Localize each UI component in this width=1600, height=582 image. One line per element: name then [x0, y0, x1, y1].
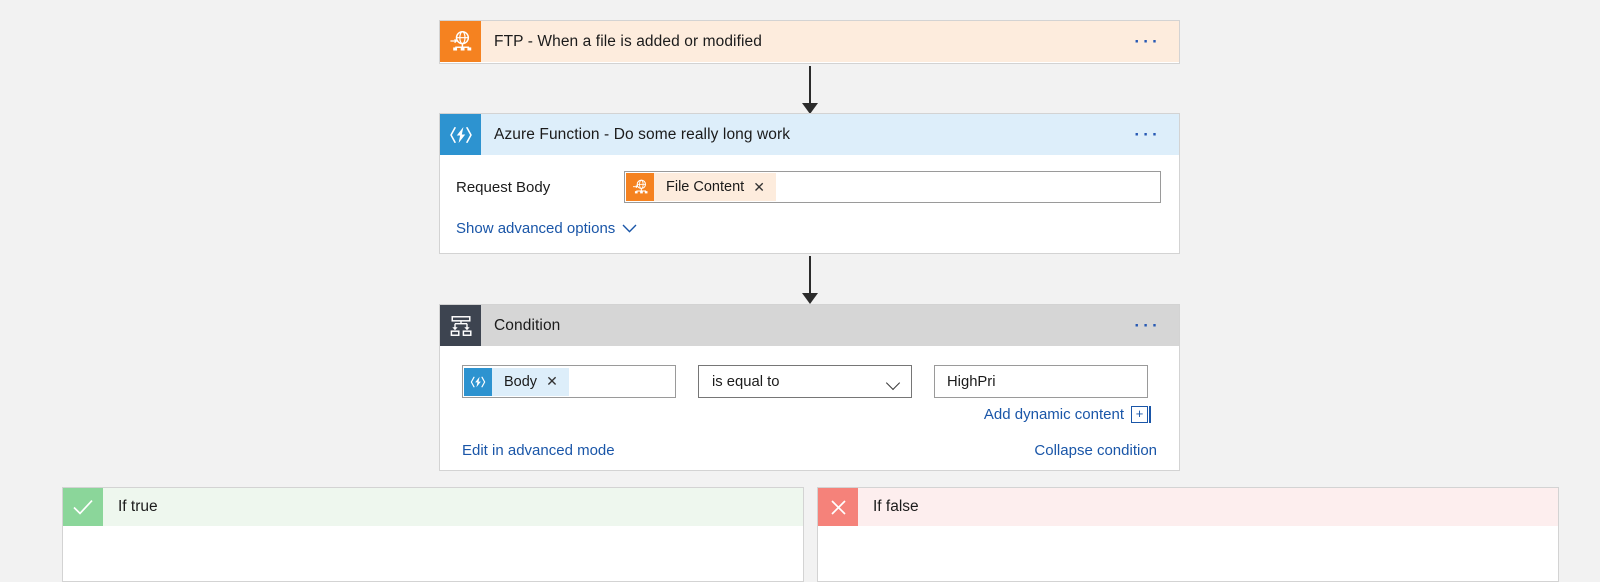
if-true-header[interactable]: If true [63, 488, 803, 526]
condition-operator: is equal to [698, 365, 912, 398]
trigger-card-header[interactable]: FTP - When a file is added or modified ·… [440, 21, 1179, 62]
azure-function-bolt-icon [440, 114, 481, 155]
condition-title: Condition [494, 316, 561, 334]
show-advanced-options-row: Show advanced options [440, 203, 1179, 237]
condition-value: HighPri Add dynamic content + [934, 365, 1151, 423]
action-card[interactable]: Azure Function - Do some really long wor… [439, 113, 1180, 254]
edit-advanced-mode-button[interactable]: Edit in advanced mode [462, 442, 615, 459]
remove-token-icon[interactable]: ✕ [753, 179, 765, 196]
ftp-globe-icon [440, 21, 481, 62]
condition-left-operand: Body ✕ [462, 365, 676, 398]
body-token[interactable]: Body ✕ [464, 367, 569, 396]
add-dynamic-content-button[interactable]: Add dynamic content [984, 406, 1124, 423]
azure-function-bolt-icon-small [464, 367, 492, 396]
chevron-down-icon [622, 224, 637, 233]
condition-operator-value: is equal to [712, 373, 780, 390]
collapse-condition-button[interactable]: Collapse condition [1034, 442, 1157, 459]
action-menu-button[interactable]: ··· [1124, 114, 1179, 155]
request-body-label: Request Body [456, 178, 551, 196]
condition-card-header[interactable]: Condition ··· [440, 305, 1179, 346]
remove-token-icon[interactable]: ✕ [546, 373, 558, 390]
check-icon [63, 488, 103, 526]
condition-left-input[interactable]: Body ✕ [462, 365, 676, 398]
connector-trigger-to-action [798, 66, 822, 114]
file-content-token[interactable]: File Content ✕ [626, 173, 776, 201]
condition-value-text: HighPri [947, 373, 996, 390]
if-true-title: If true [118, 498, 158, 515]
condition-expression-row: Body ✕ is equal to HighPri Add dynamic c… [440, 346, 1179, 423]
show-advanced-options-label: Show advanced options [456, 220, 616, 237]
add-dynamic-content-label: Add dynamic content [983, 406, 1124, 423]
condition-branch-icon [440, 305, 481, 346]
if-true-branch[interactable]: If true [62, 487, 804, 582]
action-title: Azure Function - Do some really long wor… [494, 125, 791, 143]
connector-action-to-condition [798, 256, 822, 304]
file-content-token-body: File Content ✕ [654, 173, 776, 201]
condition-card-body: Body ✕ is equal to HighPri Add dynamic c… [440, 346, 1179, 459]
if-false-title: If false [873, 498, 919, 515]
if-false-header[interactable]: If false [818, 488, 1558, 526]
action-card-body: Request Body File Content ✕ Show advance… [440, 155, 1179, 237]
condition-value-input[interactable]: HighPri [934, 365, 1148, 398]
show-advanced-options-button[interactable]: Show advanced options [456, 220, 637, 237]
body-token-body: Body ✕ [492, 367, 569, 396]
cross-icon [818, 488, 858, 526]
body-token-label: Body [504, 373, 538, 390]
request-body-input[interactable]: File Content ✕ [624, 171, 1161, 203]
request-body-row: Request Body File Content ✕ [440, 155, 1179, 203]
chevron-down-icon [887, 378, 901, 386]
trigger-card[interactable]: FTP - When a file is added or modified ·… [439, 20, 1180, 64]
plus-icon[interactable]: + [1131, 405, 1151, 423]
condition-menu-button[interactable]: ··· [1124, 305, 1179, 346]
condition-card[interactable]: Condition ··· Body ✕ is equal to HighPri… [439, 304, 1180, 471]
condition-footer: Edit in advanced mode Collapse condition [440, 423, 1179, 459]
action-card-header[interactable]: Azure Function - Do some really long wor… [440, 114, 1179, 155]
file-content-token-label: File Content [666, 179, 745, 195]
if-false-branch[interactable]: If false [817, 487, 1559, 582]
condition-operator-select[interactable]: is equal to [698, 365, 912, 398]
ftp-globe-icon-small [626, 173, 654, 201]
trigger-menu-button[interactable]: ··· [1124, 21, 1179, 62]
trigger-title: FTP - When a file is added or modified [494, 32, 762, 50]
add-dynamic-content-row: Add dynamic content + [934, 405, 1151, 423]
